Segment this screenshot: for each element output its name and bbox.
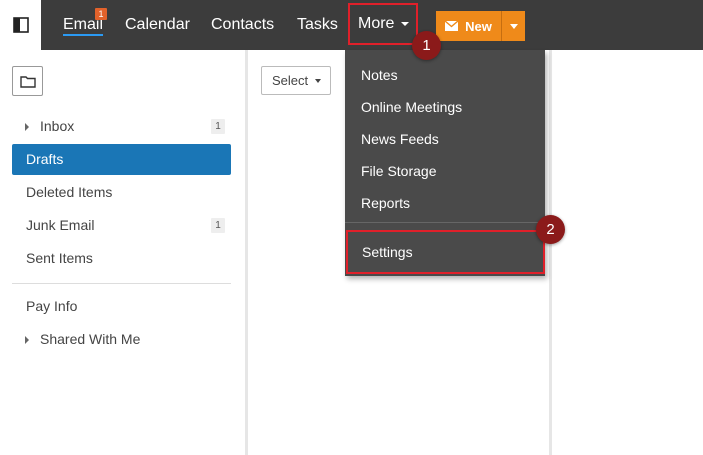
sidebar-divider [12, 283, 231, 284]
pane-divider[interactable] [245, 50, 248, 455]
active-nav-underline [63, 34, 104, 36]
folder-drafts[interactable]: Drafts [12, 144, 231, 175]
menu-item-settings[interactable]: Settings [346, 230, 545, 274]
menu-item-online-meetings[interactable]: Online Meetings [345, 91, 545, 123]
more-menu-button[interactable]: More [348, 3, 418, 45]
new-label: New [465, 18, 492, 34]
menu-item-notes[interactable]: Notes [345, 59, 545, 91]
new-options-dropdown[interactable] [501, 11, 525, 41]
folder-icon [19, 75, 36, 88]
folder-sent-items[interactable]: Sent Items [12, 243, 231, 274]
folder-deleted-items[interactable]: Deleted Items [12, 177, 231, 208]
expand-arrow-icon[interactable] [25, 123, 29, 131]
email-unread-badge: 1 [95, 8, 107, 20]
pane-divider[interactable] [549, 50, 552, 455]
chevron-down-icon [509, 23, 518, 29]
chevron-down-icon [315, 78, 322, 83]
folder-shared-with-me[interactable]: Shared With Me [12, 324, 231, 355]
folder-label: Deleted Items [26, 184, 113, 200]
folder-sidebar: Inbox 1 Drafts Deleted Items Junk Email … [0, 50, 245, 455]
folder-junk-email[interactable]: Junk Email 1 [12, 210, 231, 241]
nav-tasks[interactable]: Tasks [297, 0, 338, 50]
chevron-down-icon [401, 22, 410, 26]
step-marker-1: 1 [412, 31, 441, 60]
top-navigation-bar: Email 1 Calendar Contacts Tasks More New [0, 0, 703, 50]
unread-count: 1 [211, 218, 225, 233]
folder-label: Sent Items [26, 250, 93, 266]
step-marker-2: 2 [536, 215, 565, 244]
more-dropdown-menu: Notes Online Meetings News Feeds File St… [345, 50, 545, 276]
select-dropdown[interactable]: Select [261, 66, 331, 95]
folder-pay-info[interactable]: Pay Info [12, 291, 231, 322]
folder-button[interactable] [12, 66, 43, 96]
nav-calendar[interactable]: Calendar [125, 0, 190, 50]
folder-inbox[interactable]: Inbox 1 [12, 111, 231, 142]
menu-item-reports[interactable]: Reports [345, 187, 545, 219]
menu-item-file-storage[interactable]: File Storage [345, 155, 545, 187]
expand-arrow-icon[interactable] [25, 336, 29, 344]
folder-label: Drafts [26, 151, 64, 167]
folder-label: Inbox [40, 118, 75, 134]
folder-label: Pay Info [26, 298, 78, 314]
select-label: Select [272, 73, 309, 88]
envelope-icon [445, 21, 459, 31]
unread-count: 1 [211, 119, 225, 134]
new-button-group: New [436, 11, 525, 41]
new-message-button[interactable]: New [436, 11, 501, 41]
sidebar-toggle-button[interactable] [0, 0, 41, 50]
folder-label: Junk Email [26, 217, 95, 233]
folder-label: Shared With Me [40, 331, 141, 347]
more-label: More [358, 15, 395, 32]
menu-divider [345, 222, 545, 223]
sidebar-panel-icon [12, 17, 29, 33]
nav-contacts[interactable]: Contacts [211, 0, 274, 50]
menu-item-news-feeds[interactable]: News Feeds [345, 123, 545, 155]
